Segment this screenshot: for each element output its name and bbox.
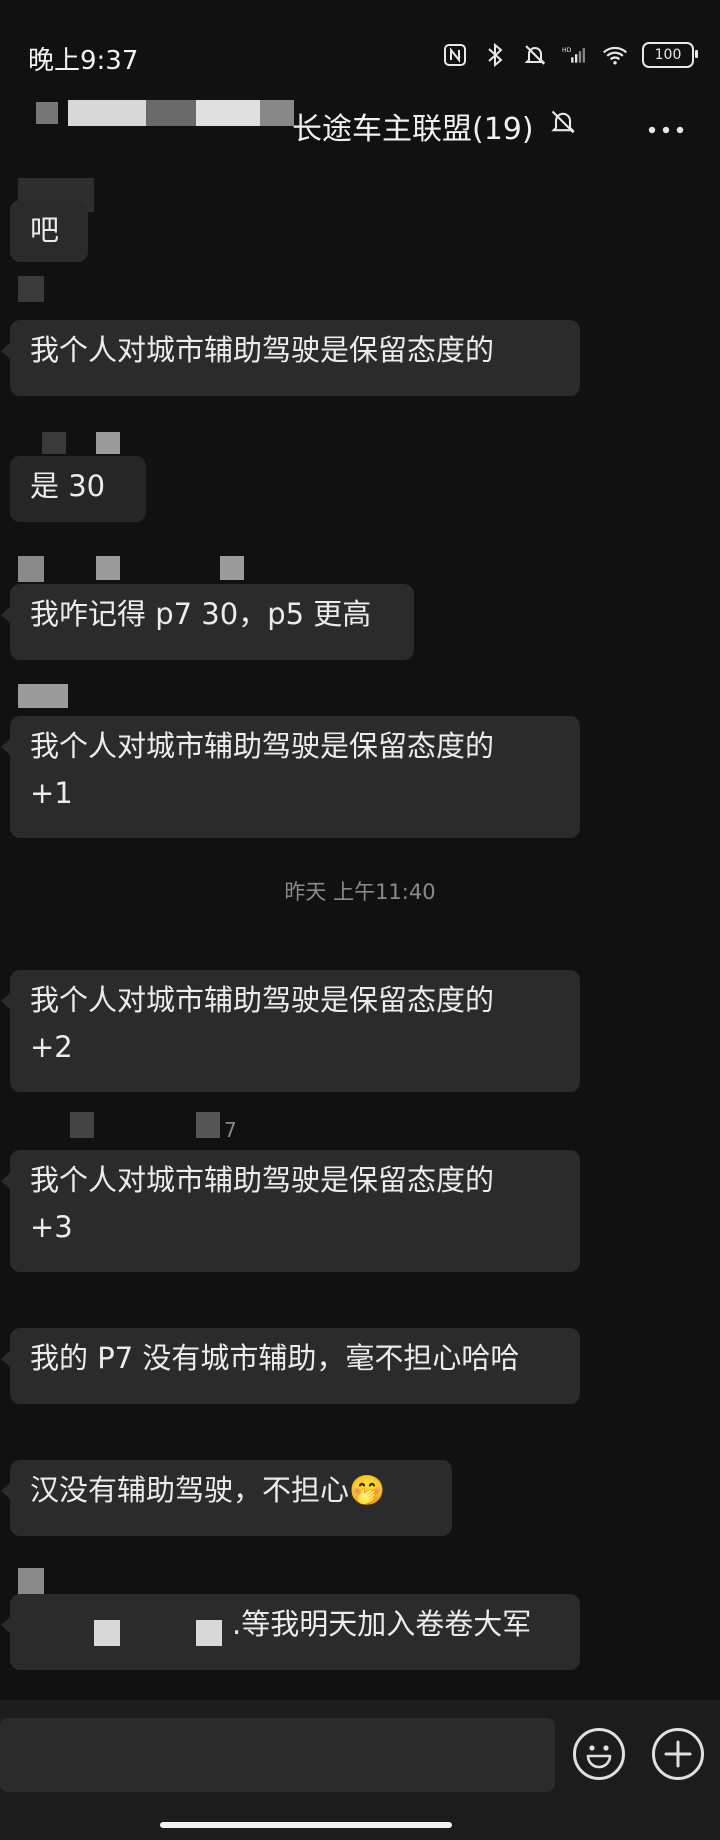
message-text: 我个人对城市辅助驾驶是保留态度的	[30, 333, 495, 367]
message-input[interactable]	[0, 1718, 555, 1792]
message-text: +3	[30, 1210, 73, 1244]
sender-name	[96, 556, 120, 580]
message-text: 我咋记得 p7 30，p5 更高	[30, 597, 372, 631]
svg-text:HD: HD	[562, 47, 572, 54]
message-text: 是 30	[30, 469, 106, 503]
nfc-icon	[442, 43, 468, 67]
plus-button[interactable]	[652, 1728, 704, 1780]
message-text: 吧	[30, 213, 60, 247]
message-bubble[interactable]: 吧	[10, 200, 88, 262]
hd-signal-icon: HD	[562, 43, 588, 67]
avatar[interactable]	[18, 556, 44, 582]
status-time: 晚上9:37	[28, 46, 139, 76]
back-button[interactable]	[30, 100, 294, 130]
wifi-icon	[602, 43, 628, 67]
avatar[interactable]	[18, 1568, 44, 1594]
sender-name	[18, 684, 68, 708]
bell-off-icon	[522, 43, 548, 67]
message-bubble[interactable]: 我个人对城市辅助驾驶是保留态度的	[1, 320, 580, 396]
sender-name	[196, 1112, 220, 1138]
home-indicator[interactable]	[160, 1822, 452, 1828]
avatar[interactable]	[18, 276, 44, 302]
more-icon[interactable]	[648, 120, 684, 139]
message-bubble[interactable]: 是 30	[10, 456, 146, 522]
emoji-icon	[586, 1745, 612, 1769]
message-text: 我个人对城市辅助驾驶是保留态度的	[30, 983, 495, 1017]
message-text: 我个人对城市辅助驾驶是保留态度的	[30, 1163, 495, 1197]
bell-off-icon	[549, 108, 577, 140]
message-bubble[interactable]: 汉没有辅助驾驶，不担心🤭	[1, 1460, 452, 1536]
avatar[interactable]	[70, 1112, 94, 1138]
battery-icon: 100	[642, 42, 698, 68]
plus-icon	[664, 1740, 692, 1768]
timestamp: 昨天 上午11:40	[284, 880, 436, 904]
message-text: 我的 P7 没有城市辅助，毫不担心哈哈	[30, 1341, 520, 1375]
sender-name-fragment: 7	[224, 1118, 237, 1142]
message-bubble[interactable]: 我咋记得 p7 30，p5 更高	[1, 584, 414, 660]
message-text: +2	[30, 1030, 73, 1064]
message-bubble[interactable]: 我个人对城市辅助驾驶是保留态度的 +1	[1, 716, 580, 838]
message-bubble[interactable]: .等我明天加入卷卷大军	[1, 1594, 580, 1670]
message-text: 汉没有辅助驾驶，不担心🤭	[30, 1473, 386, 1507]
emoji-button[interactable]	[573, 1728, 625, 1780]
message-text: 我个人对城市辅助驾驶是保留态度的	[30, 729, 495, 763]
sender-name	[96, 432, 120, 454]
sender-name	[220, 556, 244, 580]
status-icons: HD 100	[442, 42, 698, 68]
message-text: +1	[30, 776, 73, 810]
bluetooth-icon	[482, 42, 508, 68]
message-bubble[interactable]: 我个人对城市辅助驾驶是保留态度的 +2	[1, 970, 580, 1092]
message-bubble[interactable]: 我的 P7 没有城市辅助，毫不担心哈哈	[1, 1328, 580, 1404]
avatar[interactable]	[42, 432, 66, 454]
chat-title[interactable]: 长途车主联盟(19)	[292, 104, 534, 148]
message-bubble[interactable]: 我个人对城市辅助驾驶是保留态度的 +3	[1, 1150, 580, 1272]
